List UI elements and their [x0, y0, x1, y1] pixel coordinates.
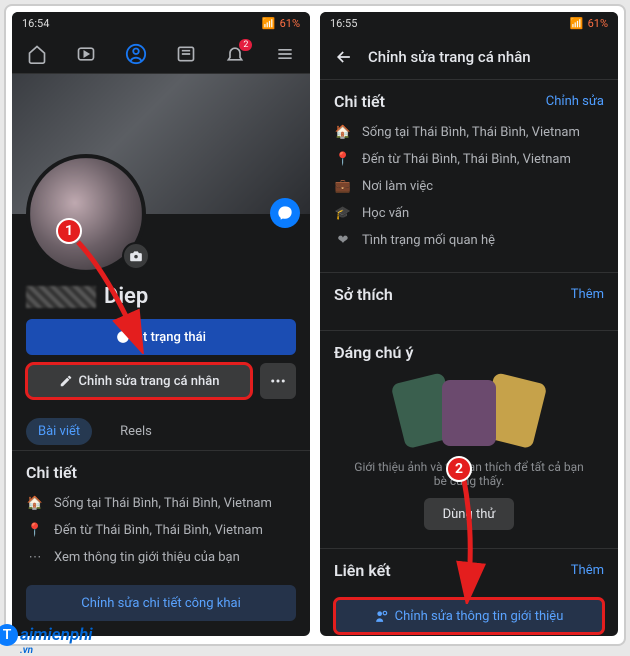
wifi-icon: 📶	[262, 17, 276, 30]
add-links-link[interactable]: Thêm	[571, 563, 604, 578]
cover-photo[interactable]	[12, 74, 310, 214]
featured-illustration	[334, 374, 604, 452]
edit-public-details-button[interactable]: Chỉnh sửa chi tiết công khai	[26, 585, 296, 621]
arrow-1	[68, 234, 158, 354]
battery-text: 61%	[280, 17, 300, 30]
work-row[interactable]: 💼Nơi làm việc	[334, 173, 604, 200]
watermark: T aimienphi .vn	[0, 624, 93, 646]
status-bar: 16:54 📶 61%	[12, 12, 310, 34]
step-1-marker: 1	[56, 218, 82, 244]
page-title: Chỉnh sửa trang cá nhân	[368, 48, 531, 66]
watch-icon[interactable]	[75, 43, 97, 65]
home-icon: 🏠	[26, 496, 44, 511]
hobbies-heading: Sở thích	[334, 285, 393, 304]
education-row[interactable]: 🎓Học vấn	[334, 200, 604, 227]
lives-in-row: 🏠 Sống tại Thái Bình, Thái Bình, Vietnam	[26, 490, 296, 517]
tab-reels[interactable]: Reels	[108, 418, 164, 445]
add-hobbies-link[interactable]: Thêm	[571, 287, 604, 302]
location-icon: 📍	[334, 152, 352, 167]
notifications-icon[interactable]: 2	[224, 43, 246, 65]
edit-details-link[interactable]: Chỉnh sửa	[546, 94, 604, 109]
notif-badge: 2	[239, 39, 252, 51]
step-2-marker: 2	[446, 456, 472, 482]
relationship-row[interactable]: ❤Tình trạng mối quan hệ	[334, 227, 604, 254]
location-icon: 📍	[26, 523, 44, 538]
home-icon: 🏠	[334, 125, 352, 140]
tab-posts[interactable]: Bài viết	[26, 418, 92, 445]
links-heading: Liên kết	[334, 561, 391, 580]
profile-tabs: Bài viết Reels	[12, 413, 310, 451]
briefcase-icon: 💼	[334, 179, 352, 194]
home-icon[interactable]	[26, 43, 48, 65]
arrow-2	[452, 474, 512, 604]
top-nav: 2	[12, 34, 310, 74]
featured-heading: Đáng chú ý	[334, 343, 413, 362]
set-status-button[interactable]: ặt trạng thái	[26, 319, 296, 355]
heart-icon: ❤	[334, 233, 352, 248]
see-intro-row[interactable]: ⋯ Xem thông tin giới thiệu của bạn	[26, 544, 296, 571]
menu-icon[interactable]	[274, 43, 296, 65]
battery-text: 61%	[588, 17, 608, 30]
details-heading: Chi tiết	[26, 463, 77, 482]
wifi-icon: 📶	[570, 17, 584, 30]
profile-icon[interactable]	[125, 43, 147, 65]
back-icon[interactable]	[334, 47, 354, 67]
status-bar: 16:55 📶 61%	[320, 12, 618, 34]
phone-right: 16:55 📶 61% Chỉnh sửa trang cá nhân Chi …	[320, 12, 618, 636]
edit-profile-button[interactable]: Chỉnh sửa trang cá nhân	[26, 363, 252, 399]
details-heading: Chi tiết	[334, 92, 385, 111]
feeds-icon[interactable]	[175, 43, 197, 65]
graduation-icon: 🎓	[334, 206, 352, 221]
status-time: 16:55	[330, 17, 357, 30]
profile-name: Diep	[12, 284, 310, 309]
page-header: Chỉnh sửa trang cá nhân	[320, 34, 618, 80]
dots-icon: ⋯	[26, 550, 44, 565]
status-time: 16:54	[22, 17, 49, 30]
from-row: 📍Đến từ Thái Bình, Thái Bình, Vietnam	[334, 146, 604, 173]
globe-icon: T	[0, 624, 18, 646]
phone-left: 16:54 📶 61% 2	[12, 12, 310, 636]
lives-in-row: 🏠Sống tại Thái Bình, Thái Bình, Vietnam	[334, 119, 604, 146]
from-row: 📍 Đến từ Thái Bình, Thái Bình, Vietnam	[26, 517, 296, 544]
more-button[interactable]	[260, 363, 296, 399]
messenger-icon[interactable]	[270, 198, 300, 228]
